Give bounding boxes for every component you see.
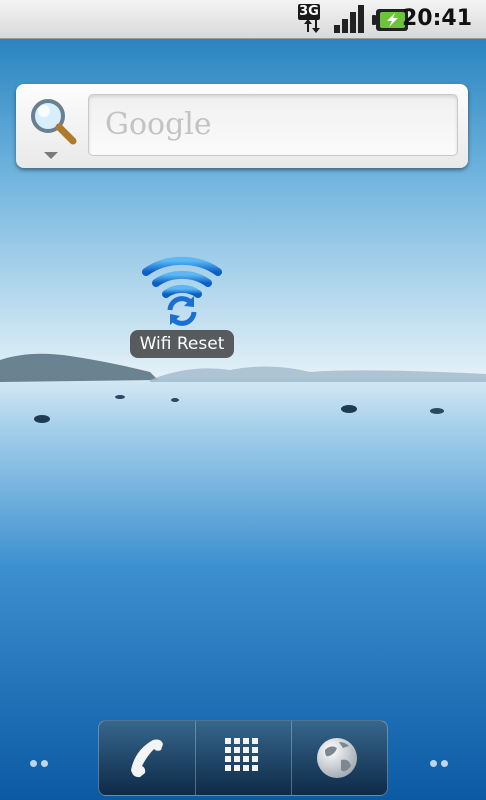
status-bar: 3G 20:41 xyxy=(0,0,486,39)
search-placeholder: Google xyxy=(105,107,212,142)
app-drawer-grid-icon xyxy=(225,738,258,771)
search-magnifier-icon[interactable] xyxy=(28,96,78,146)
home-screen: 3G 20:41 Google Wifi Reset xyxy=(0,0,486,800)
page-indicator-left[interactable] xyxy=(30,752,52,771)
phone-handset-icon xyxy=(131,739,163,778)
app-label-wifi-reset: Wifi Reset xyxy=(130,330,234,358)
wifi-reset-icon xyxy=(142,256,222,326)
dock-browser-button[interactable] xyxy=(291,721,387,795)
search-input[interactable]: Google xyxy=(88,94,458,156)
app-shortcut-wifi-reset[interactable]: Wifi Reset xyxy=(128,250,236,362)
signal-strength-icon xyxy=(334,5,364,33)
dock-phone-button[interactable] xyxy=(99,721,195,795)
dock xyxy=(98,720,388,796)
network-type-label: 3G xyxy=(298,4,320,20)
data-activity-icon: 3G xyxy=(298,4,328,34)
page-indicator-right[interactable] xyxy=(430,752,452,771)
search-source-dropdown-icon[interactable] xyxy=(44,152,58,159)
globe-icon xyxy=(317,738,357,778)
google-search-widget: Google xyxy=(16,84,468,168)
status-clock: 20:41 xyxy=(401,6,472,31)
dock-app-drawer-button[interactable] xyxy=(195,721,291,795)
